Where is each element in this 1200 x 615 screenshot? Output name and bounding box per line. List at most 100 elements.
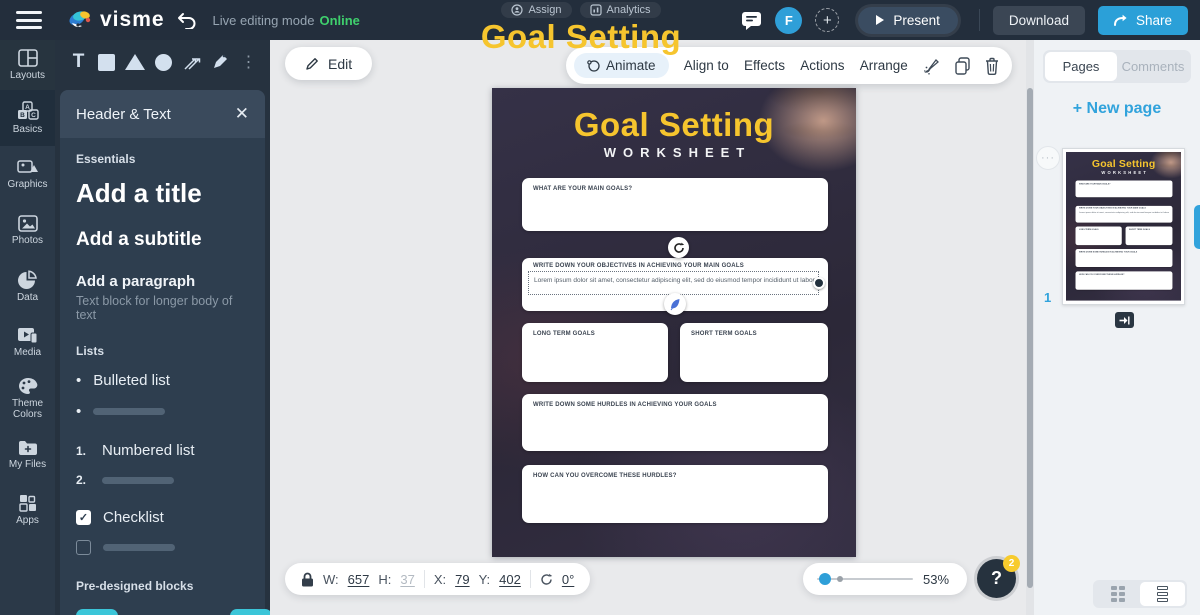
share-button[interactable]: Share — [1098, 6, 1188, 35]
sidebar-item-data[interactable]: Data — [0, 258, 55, 314]
lock-icon[interactable] — [301, 572, 314, 587]
selected-text-element[interactable]: Lorem ipsum dolor sit amet, consectetur … — [528, 271, 819, 295]
visme-logo-icon — [68, 9, 94, 31]
zoom-slider[interactable] — [817, 578, 913, 580]
numbered-list-item[interactable]: 1. Numbered list — [76, 442, 249, 459]
page-options-button[interactable]: ··· — [1036, 146, 1060, 170]
style-brush-icon[interactable] — [923, 57, 941, 75]
grid-view-icon — [1111, 586, 1125, 602]
header-text-card: Header & Text ✕ Essentials Add a title A… — [60, 90, 265, 615]
sidebar-item-apps[interactable]: Apps — [0, 482, 55, 538]
help-button[interactable]: ? 2 — [977, 559, 1016, 598]
sidebar-item-theme-colors[interactable]: Theme Colors — [0, 370, 55, 426]
sidebar-item-media[interactable]: Media — [0, 314, 55, 370]
align-to-menu[interactable]: Align to — [684, 58, 729, 73]
x-value[interactable]: 79 — [455, 572, 469, 587]
present-button[interactable]: Present — [858, 7, 958, 34]
pen-icon — [211, 53, 229, 71]
effects-menu[interactable]: Effects — [744, 58, 785, 73]
avatar[interactable]: F — [775, 7, 802, 34]
checklist-ghost — [76, 540, 249, 555]
divider — [424, 570, 425, 588]
visme-logo[interactable]: visme — [68, 8, 165, 32]
duplicate-icon[interactable] — [954, 57, 971, 75]
comments-icon[interactable] — [741, 11, 762, 30]
analytics-icon — [590, 4, 602, 16]
circle-tool-button[interactable] — [154, 50, 173, 74]
triangle-icon — [125, 54, 145, 70]
edit-button[interactable]: Edit — [285, 47, 372, 80]
add-subtitle-item[interactable]: Add a subtitle — [76, 229, 249, 251]
text-tool-button[interactable]: T — [69, 50, 88, 74]
sidebar-item-graphics[interactable]: Graphics — [0, 146, 55, 202]
rotation-value[interactable]: 0° — [562, 572, 574, 587]
sidebar-item-my-files[interactable]: My Files — [0, 426, 55, 482]
tab-pages[interactable]: Pages — [1045, 52, 1117, 81]
page-thumbnail[interactable]: Goal Setting WORKSHEET WHAT ARE YOUR MAI… — [1062, 148, 1185, 305]
image-block-icon — [76, 609, 118, 615]
thumbnail-view-toggle — [1093, 580, 1187, 608]
checklist-item[interactable]: ✓ Checklist — [76, 509, 249, 526]
sidebar-item-layouts[interactable]: Layouts — [0, 40, 55, 90]
panel-title: Header & Text — [76, 106, 171, 123]
add-title-item[interactable]: Add a title — [76, 178, 249, 209]
bullet-icon: • — [76, 372, 81, 389]
scrollbar-thumb[interactable] — [1027, 88, 1033, 588]
goals-box[interactable]: WHAT ARE YOUR MAIN GOALS? — [522, 178, 828, 231]
rotation-icon — [540, 573, 553, 586]
grid-view-button[interactable] — [1095, 582, 1140, 606]
my-files-icon — [18, 439, 38, 456]
sidebar-item-photos[interactable]: Photos — [0, 202, 55, 258]
square-tool-button[interactable] — [97, 50, 116, 74]
ai-quill-button[interactable] — [664, 293, 686, 315]
list-view-button[interactable] — [1140, 582, 1185, 606]
tab-comments[interactable]: Comments — [1117, 52, 1189, 81]
close-icon[interactable]: ✕ — [235, 104, 249, 124]
add-paragraph-item[interactable]: Add a paragraph — [76, 273, 249, 290]
sidebar-item-basics[interactable]: A B C Basics — [0, 90, 55, 146]
zoom-level[interactable]: 53% — [923, 572, 949, 587]
triangle-tool-button[interactable] — [125, 50, 145, 74]
zoom-slider-thumb[interactable] — [819, 573, 831, 585]
graphics-icon — [17, 158, 39, 176]
assign-button[interactable]: Assign — [501, 2, 571, 18]
more-tools-button[interactable]: ⋮ — [239, 50, 258, 74]
menu-icon[interactable] — [16, 11, 42, 29]
actions-menu[interactable]: Actions — [800, 58, 844, 73]
y-label: Y: — [479, 572, 491, 587]
new-page-button[interactable]: + New page — [1034, 100, 1200, 118]
rotate-handle[interactable] — [668, 237, 689, 258]
document-page[interactable]: Goal Setting WORKSHEET WHAT ARE YOUR MAI… — [492, 88, 856, 557]
animate-tab[interactable]: Animate — [574, 53, 669, 78]
project-title[interactable]: Goal Setting — [450, 18, 712, 56]
arrange-menu[interactable]: Arrange — [860, 58, 908, 73]
predesigned-block-image-right[interactable] — [174, 609, 270, 615]
pen-tool-button[interactable] — [211, 50, 230, 74]
element-status-bar: W: 657 H: 37 X: 79 Y: 402 0° — [285, 563, 590, 595]
height-value[interactable]: 37 — [400, 572, 414, 587]
delete-trash-icon[interactable] — [984, 57, 1000, 75]
short-term-goals-box[interactable]: SHORT TERM GOALS — [680, 323, 828, 382]
bulleted-list-item[interactable]: • Bulleted list — [76, 372, 249, 389]
overcome-box[interactable]: HOW CAN YOU OVERCOME THESE HURDLES? — [522, 465, 828, 523]
analytics-button[interactable]: Analytics — [580, 2, 661, 18]
page-transition-button[interactable] — [1115, 312, 1134, 328]
line-tool-button[interactable] — [183, 50, 202, 74]
zoom-control: 53% — [803, 563, 967, 595]
hurdles-box[interactable]: WRITE DOWN SOME HURDLES IN ACHIEVING YOU… — [522, 394, 828, 451]
page-number: 1 — [1044, 290, 1051, 305]
predesigned-block-image-left[interactable] — [76, 609, 174, 615]
panel-edge-tab[interactable] — [1194, 205, 1200, 249]
numbered-list-ghost: 2. — [76, 473, 249, 487]
add-collaborator-button[interactable]: + — [815, 8, 839, 32]
resize-handle[interactable] — [813, 277, 825, 289]
download-button[interactable]: Download — [993, 6, 1085, 35]
long-term-goals-box[interactable]: LONG TERM GOALS — [522, 323, 668, 382]
worksheet-subtitle[interactable]: WORKSHEET — [492, 145, 856, 160]
worksheet-title[interactable]: Goal Setting — [492, 106, 856, 144]
width-value[interactable]: 657 — [348, 572, 370, 587]
y-value[interactable]: 402 — [499, 572, 521, 587]
number-two: 2. — [76, 473, 90, 487]
undo-icon[interactable] — [177, 11, 197, 29]
circle-icon — [155, 54, 172, 71]
